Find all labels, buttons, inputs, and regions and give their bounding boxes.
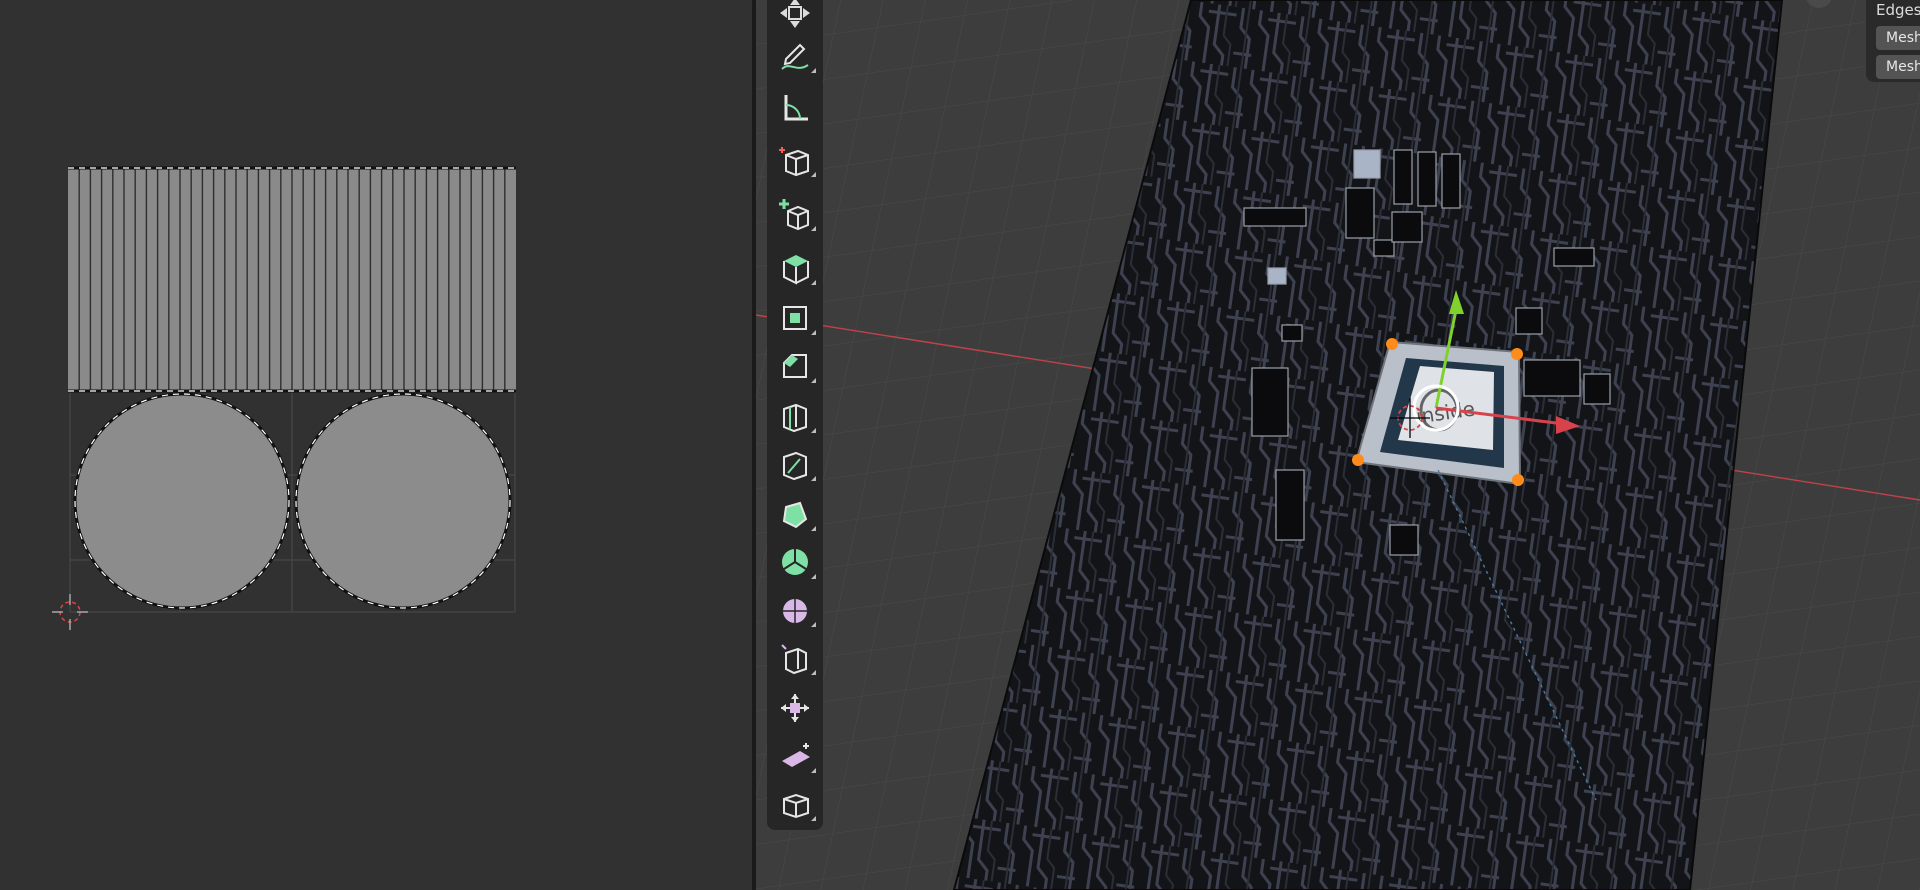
add-primitive-icon: [779, 199, 809, 231]
inset-faces-icon: [783, 306, 807, 330]
bevel-icon: [783, 354, 807, 378]
viewport-canvas[interactable]: inside: [756, 0, 1920, 890]
loop-cut-icon: [783, 403, 807, 433]
inset-tool-button[interactable]: [771, 298, 819, 338]
knife-tool-button[interactable]: [771, 444, 819, 484]
extrude-region-icon: [783, 255, 809, 285]
shear-tool-button[interactable]: [771, 736, 819, 776]
add-cube-icon: [779, 147, 809, 177]
spin-tool-button[interactable]: [771, 542, 819, 582]
panel-mesh-button-2[interactable]: Mesh: [1876, 55, 1920, 79]
rip-region-icon: [783, 793, 809, 819]
edge-slide-tool-button[interactable]: [771, 638, 819, 678]
3d-viewport[interactable]: inside: [756, 0, 1920, 890]
measure-icon: [784, 95, 808, 121]
shear-icon: [782, 743, 810, 767]
extrude-tool-button[interactable]: [771, 248, 819, 288]
uv-island-circle-left[interactable]: [73, 392, 291, 610]
panel-mesh-button-1[interactable]: Mesh: [1876, 26, 1920, 50]
measure-tool-button[interactable]: [771, 88, 819, 128]
panel-edges-label: Edges: [1876, 1, 1920, 19]
add-cube-tool-button[interactable]: [771, 140, 819, 180]
poly-build-icon: [782, 501, 808, 529]
smooth-tool-button[interactable]: [771, 590, 819, 630]
smooth-icon: [783, 599, 807, 623]
rip-tool-button[interactable]: [771, 784, 819, 824]
shrink-fatten-tool-button[interactable]: [771, 688, 819, 728]
transform-icon: [780, 0, 810, 28]
bevel-tool-button[interactable]: [771, 346, 819, 386]
uv-canvas[interactable]: [0, 0, 752, 890]
uv-editor[interactable]: [0, 0, 752, 890]
transform-tool-button[interactable]: [771, 0, 819, 28]
annotate-tool-button[interactable]: [771, 36, 819, 76]
add-primitive-tool-button[interactable]: [771, 194, 819, 234]
tool-shelf: [767, 0, 823, 830]
uv-island-circle-right[interactable]: [294, 392, 512, 610]
adjust-last-operation-panel: Edges Mesh Mesh: [1866, 0, 1920, 82]
knife-icon: [783, 451, 807, 481]
poly-build-tool-button[interactable]: [771, 494, 819, 534]
shrink-fatten-icon: [781, 694, 809, 722]
edge-slide-icon: [781, 644, 807, 675]
loop-cut-tool-button[interactable]: [771, 396, 819, 436]
spin-icon: [782, 549, 808, 575]
annotate-icon: [781, 43, 809, 70]
